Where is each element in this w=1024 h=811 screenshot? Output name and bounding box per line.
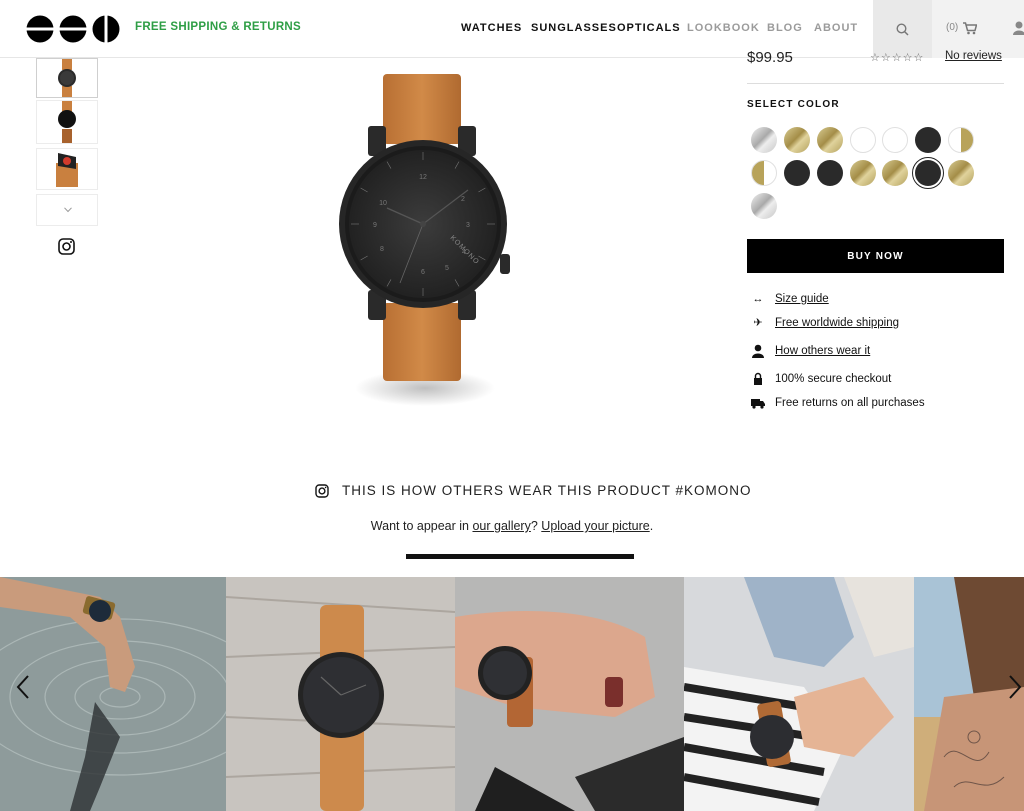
gallery-sub-suffix: . (649, 519, 654, 533)
dial-number-8: 8 (380, 246, 384, 253)
dial-number-6: 6 (421, 269, 425, 276)
free-returns-text: Free returns on all purchases (775, 397, 925, 409)
gallery-carousel (0, 577, 1024, 811)
thumbnails-more-button[interactable] (36, 194, 98, 226)
color-swatch-8[interactable] (751, 160, 777, 186)
color-swatch-2[interactable] (784, 127, 810, 153)
select-color-heading: SELECT COLOR (747, 99, 840, 110)
nav-sunglasses[interactable]: SUNGLASSES (531, 22, 617, 34)
color-swatch-12[interactable] (882, 160, 908, 186)
dial-number-9: 9 (373, 222, 377, 229)
how-others-wear-link[interactable]: How others wear it (775, 344, 870, 358)
free-shipping-link[interactable]: Free worldwide shipping (775, 316, 899, 330)
nav-lookbook[interactable]: LOOKBOOK (687, 22, 760, 34)
our-gallery-link[interactable]: our gallery (472, 519, 530, 533)
chevron-down-icon (64, 207, 72, 213)
dial-number-2: 2 (461, 196, 465, 203)
plane-icon: ✈ (753, 317, 763, 329)
gallery-sub-prefix: Want to appear in (370, 519, 473, 533)
lock-icon (754, 372, 762, 385)
gallery-photo-4[interactable] (684, 577, 914, 811)
gallery-photo-3[interactable] (455, 577, 684, 811)
main-product-image: 12 2 3 4 5 6 8 9 10 KOMONO (339, 74, 510, 406)
user-icon (752, 344, 764, 358)
gallery-sub-mid: ? (530, 519, 542, 533)
product-price: $99.95 (747, 49, 793, 66)
color-swatch-4[interactable] (850, 127, 876, 153)
color-swatch-11[interactable] (850, 160, 876, 186)
nav-blog[interactable]: BLOG (767, 22, 803, 34)
rating-stars: ☆☆☆☆☆ (870, 52, 925, 64)
color-swatch-14[interactable] (948, 160, 974, 186)
gallery-underline-bar (406, 554, 634, 559)
product-thumbnail-3[interactable] (36, 148, 98, 190)
dial-number-12: 12 (419, 174, 427, 181)
account-icon[interactable] (1013, 21, 1024, 35)
nav-watches[interactable]: WATCHES (461, 22, 522, 34)
upload-picture-link[interactable]: Upload your picture (541, 519, 649, 533)
gallery-photo-1[interactable] (0, 577, 226, 811)
dial-number-3: 3 (466, 222, 470, 229)
product-thumbnail-2[interactable] (36, 100, 98, 144)
komono-logo[interactable] (26, 15, 120, 43)
buy-now-button[interactable]: BUY NOW (747, 239, 1004, 273)
secure-checkout-text: 100% secure checkout (775, 373, 892, 385)
instagram-icon[interactable] (58, 238, 75, 255)
color-swatch-7[interactable] (948, 127, 974, 153)
lower-strap (383, 303, 461, 381)
gallery-subtitle: Want to appear in our gallery? Upload yo… (0, 519, 1024, 533)
color-swatch-1[interactable] (751, 127, 777, 153)
color-swatch-6[interactable] (915, 127, 941, 153)
gallery-heading: THIS IS HOW OTHERS WEAR THIS PRODUCT #KO… (342, 483, 752, 498)
nav-opticals[interactable]: OPTICALS (617, 22, 681, 34)
crown (500, 254, 510, 274)
divider (747, 83, 1004, 84)
thumbnail-packaging-image (56, 153, 78, 187)
thumbnail-watch-image (58, 59, 76, 97)
cart-icon (963, 22, 977, 35)
gallery-photo-2[interactable] (226, 577, 455, 811)
nav-about[interactable]: ABOUT (814, 22, 858, 34)
instagram-icon-gallery (315, 484, 329, 498)
cart-count: (0) (946, 22, 959, 33)
size-guide-link[interactable]: Size guide (775, 292, 829, 306)
color-swatch-3[interactable] (817, 127, 843, 153)
product-thumbnail-1[interactable] (36, 58, 98, 98)
search-icon (896, 23, 909, 36)
carousel-next-button[interactable] (1008, 674, 1022, 705)
free-shipping-promo[interactable]: FREE SHIPPING & RETURNS (135, 21, 301, 33)
thumbnail-watch-front-image (58, 101, 76, 143)
upper-strap (383, 74, 461, 144)
color-swatch-13-selected[interactable] (912, 157, 944, 189)
truck-icon (751, 399, 765, 409)
search-button[interactable] (873, 0, 932, 58)
arrows-icon: ↔ (752, 293, 764, 305)
color-swatch-9[interactable] (784, 160, 810, 186)
color-swatch-10[interactable] (817, 160, 843, 186)
chevron-left-icon (16, 675, 29, 699)
dial-number-5: 5 (445, 265, 449, 272)
carousel-prev-button[interactable] (16, 674, 30, 705)
color-swatch-5[interactable] (882, 127, 908, 153)
dial-number-10: 10 (379, 200, 387, 207)
color-swatch-15[interactable] (751, 193, 777, 219)
site-header: FREE SHIPPING & RETURNS WATCHES SUNGLASS… (0, 0, 1024, 58)
reviews-link[interactable]: No reviews (945, 50, 1002, 62)
chevron-right-icon (1009, 675, 1022, 699)
